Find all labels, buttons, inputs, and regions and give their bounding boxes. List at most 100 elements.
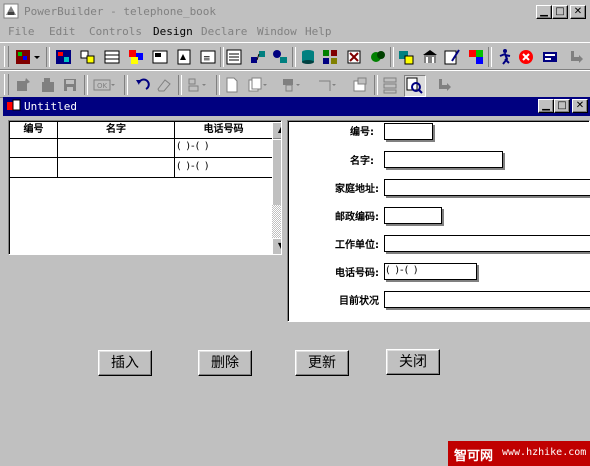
scroll-down-button[interactable]: ▼: [272, 238, 281, 254]
close-window-button[interactable]: ✕: [570, 5, 586, 19]
dropdown-arrow-icon[interactable]: [32, 47, 42, 67]
database-icon[interactable]: [298, 47, 318, 67]
label-id: 编号:: [350, 127, 374, 138]
db-profile-icon[interactable]: [368, 47, 388, 67]
pipeline-icon[interactable]: ≡: [198, 47, 218, 67]
preview-toggle-icon[interactable]: [404, 75, 426, 97]
child-window-title-bar: Untitled ▁ □ ✕: [3, 97, 590, 116]
input-home-address[interactable]: [384, 179, 590, 196]
customize-toolbar-icon[interactable]: [566, 47, 586, 67]
properties-icon[interactable]: [380, 75, 400, 95]
menu-controls[interactable]: Controls: [89, 25, 142, 38]
db-admin-icon[interactable]: [344, 47, 364, 67]
close-painter-icon[interactable]: [434, 75, 454, 95]
structure-icon[interactable]: [78, 47, 98, 67]
input-phone[interactable]: ( )-( ): [384, 263, 477, 280]
label-work-unit: 工作单位:: [335, 240, 379, 251]
exit-icon[interactable]: [540, 47, 560, 67]
query-icon[interactable]: [248, 47, 268, 67]
svg-text:≡: ≡: [203, 54, 211, 64]
menu-painter-icon[interactable]: [102, 47, 122, 67]
vertical-scrollbar[interactable]: ▲ ▼: [272, 122, 281, 254]
menu-design[interactable]: Design: [153, 25, 193, 38]
cell-id[interactable]: [10, 140, 57, 156]
toolbar-grip[interactable]: [4, 46, 9, 67]
update-button[interactable]: 更新: [295, 350, 349, 376]
copy-icon[interactable]: [246, 75, 270, 95]
child-close-button[interactable]: ✕: [572, 99, 588, 113]
delete-button[interactable]: 删除: [198, 350, 252, 376]
minimize-icon: ▁: [540, 6, 548, 17]
edit-icon[interactable]: [442, 47, 462, 67]
label-phone: 电话号码:: [335, 268, 379, 279]
align-icon[interactable]: [186, 75, 210, 95]
powerbar-toolbar: ≡: [0, 42, 590, 70]
watermark-url: www.hzhike.com: [502, 447, 587, 458]
arrow-up-icon: ▲: [278, 125, 281, 134]
line-icon[interactable]: [316, 75, 340, 95]
menu-window[interactable]: Window: [257, 25, 297, 38]
menu-declare[interactable]: Declare: [201, 25, 247, 38]
scroll-thumb[interactable]: [272, 139, 281, 207]
phone-list-grid[interactable]: 编号 名字 电话号码 ( )-( ) ( )-( ) ▲ ▼: [8, 120, 282, 255]
window-painter-icon[interactable]: [7, 99, 22, 113]
child-window-title: Untitled: [24, 100, 77, 113]
input-name[interactable]: [384, 151, 503, 168]
insert-button[interactable]: 插入: [98, 350, 152, 376]
maximize-button[interactable]: □: [552, 5, 568, 19]
run-icon[interactable]: [494, 47, 514, 67]
maximize-icon: □: [555, 6, 565, 17]
child-maximize-button[interactable]: □: [554, 99, 570, 113]
column-header-name[interactable]: 名字: [58, 122, 174, 139]
new-page-icon[interactable]: [222, 75, 242, 95]
menu-file[interactable]: File: [8, 25, 35, 38]
library-icon[interactable]: [270, 47, 290, 67]
scroll-track[interactable]: [272, 205, 281, 238]
close-button[interactable]: 关闭: [386, 349, 440, 375]
tab-order-icon[interactable]: [350, 75, 370, 95]
cell-id[interactable]: [10, 159, 57, 175]
label-postal-code: 邮政编码:: [335, 212, 379, 223]
menu-edit[interactable]: Edit: [49, 25, 76, 38]
cell-name[interactable]: [58, 140, 174, 156]
input-postal-code[interactable]: [384, 207, 442, 224]
size-icon[interactable]: [280, 75, 304, 95]
custom-visual-icon[interactable]: [14, 75, 34, 95]
table-icon[interactable]: [320, 47, 340, 67]
open-icon[interactable]: [38, 75, 58, 95]
column-header-id[interactable]: 编号: [10, 122, 57, 139]
input-work-unit[interactable]: [384, 235, 590, 252]
maximize-icon: □: [557, 100, 567, 111]
library-painter-icon[interactable]: [420, 47, 440, 67]
cell-phone[interactable]: ( )-( ): [177, 141, 210, 152]
powerbuilder-app-icon[interactable]: [3, 3, 19, 19]
minimize-button[interactable]: ▁: [536, 5, 552, 19]
debug-icon[interactable]: [516, 47, 536, 67]
undo-icon[interactable]: [132, 75, 152, 95]
input-status[interactable]: [384, 291, 590, 308]
window-title: PowerBuilder - telephone_book: [24, 5, 217, 18]
cell-name[interactable]: [58, 159, 174, 175]
label-name: 名字:: [350, 156, 374, 167]
painterbar-toolbar: OK: [0, 70, 590, 98]
cell-phone[interactable]: ( )-( ): [177, 161, 210, 172]
datawindow-icon[interactable]: [54, 47, 74, 67]
column-header-phone[interactable]: 电话号码: [175, 122, 272, 139]
save-icon[interactable]: [60, 75, 80, 95]
application-icon[interactable]: [174, 47, 194, 67]
scroll-up-button[interactable]: ▲: [272, 122, 281, 140]
eraser-icon[interactable]: [154, 75, 174, 95]
menu-help[interactable]: Help: [305, 25, 332, 38]
input-id[interactable]: [384, 123, 433, 140]
toolbar-grip[interactable]: [4, 74, 9, 95]
user-object-icon[interactable]: [150, 47, 170, 67]
new-object-icon[interactable]: [14, 47, 34, 67]
project-icon[interactable]: [396, 47, 416, 67]
function-icon[interactable]: [126, 47, 146, 67]
ok-button-icon[interactable]: OK: [92, 75, 116, 95]
browser-icon[interactable]: [466, 47, 486, 67]
report-icon[interactable]: [224, 47, 244, 67]
child-minimize-button[interactable]: ▁: [538, 99, 554, 113]
arrow-down-icon: ▼: [278, 241, 281, 250]
close-icon: ✕: [575, 100, 585, 111]
